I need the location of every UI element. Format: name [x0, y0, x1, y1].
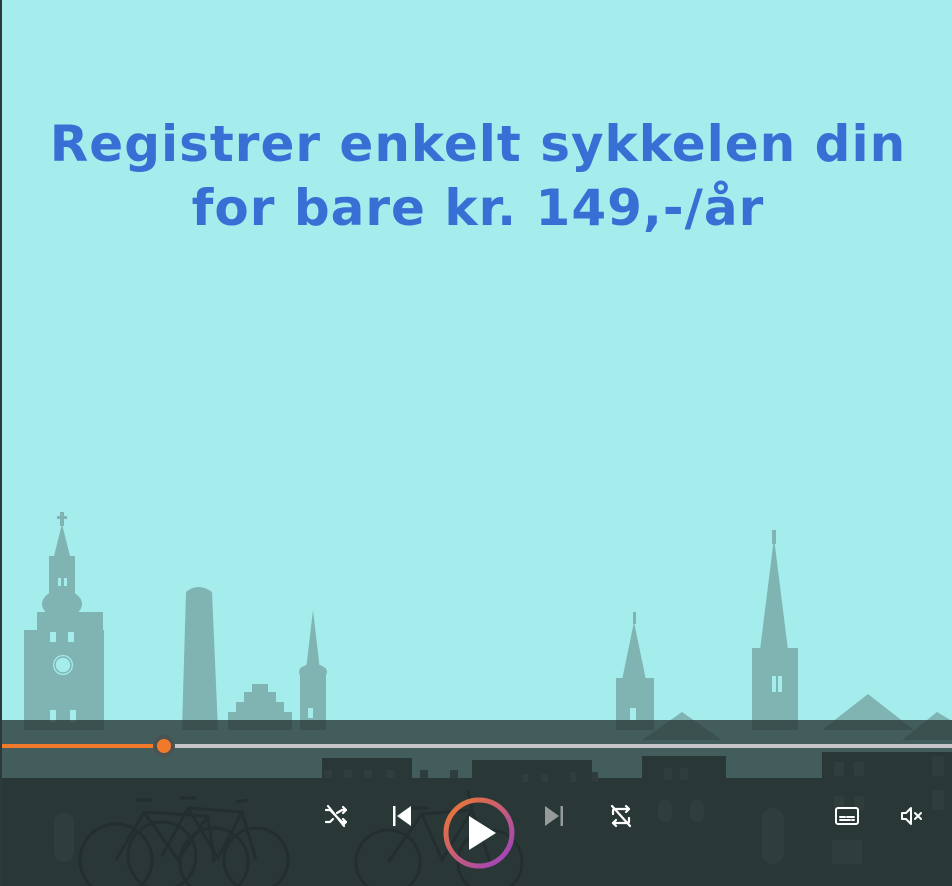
- subtitles-icon: [835, 807, 859, 825]
- mute-button[interactable]: [894, 798, 930, 834]
- progress-bar-fill: [2, 744, 164, 748]
- headline-line-2: for bare kr. 149,-/år: [191, 179, 765, 237]
- progress-bar[interactable]: [2, 735, 952, 757]
- player-controls-bar: [2, 720, 952, 886]
- promo-headline: Registrer enkelt sykkelen din for bare k…: [2, 112, 952, 240]
- subtitles-button[interactable]: [829, 798, 865, 834]
- skip-next-icon: [545, 806, 563, 826]
- video-player[interactable]: Registrer enkelt sykkelen din for bare k…: [0, 0, 952, 886]
- skip-previous-icon: [393, 806, 411, 826]
- shuffle-icon: [324, 804, 348, 828]
- headline-line-1: Registrer enkelt sykkelen din: [49, 115, 907, 173]
- play-icon: [443, 797, 515, 869]
- play-button[interactable]: [442, 796, 516, 870]
- progress-scrubber-handle[interactable]: [152, 735, 175, 757]
- repeat-button[interactable]: [603, 798, 639, 834]
- previous-button[interactable]: [384, 798, 420, 834]
- volume-muted-icon: [901, 807, 922, 825]
- next-button[interactable]: [536, 798, 572, 834]
- shuffle-button[interactable]: [318, 798, 354, 834]
- repeat-off-icon: [610, 804, 632, 828]
